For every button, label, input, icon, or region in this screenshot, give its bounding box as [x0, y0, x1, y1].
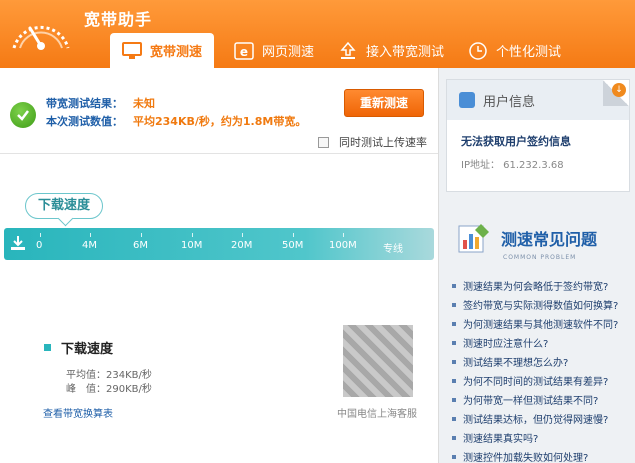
faq-subtitle: COMMON PROBLEM	[503, 254, 577, 261]
value-label: 本次测试数值：	[46, 115, 123, 128]
tab-custom-test[interactable]: 个性化测试	[456, 33, 573, 68]
tab-label: 宽带测速	[150, 45, 203, 60]
tick-mark	[293, 233, 294, 237]
speed-bubble: 下载速度	[25, 193, 103, 219]
result-value: 未知	[133, 97, 155, 110]
result-line: 带宽测试结果： 未知	[46, 95, 155, 111]
tick-label: 4M	[82, 240, 97, 251]
download-arrow-icon[interactable]: ↓	[612, 83, 626, 97]
bandwidth-table-link[interactable]: 查看带宽换算表	[43, 405, 113, 420]
tab-label: 个性化测试	[496, 45, 562, 60]
faq-item[interactable]: 签约带宽与实际测得数值如何换算?	[452, 295, 632, 314]
qr-code-image	[343, 325, 413, 397]
app-title: 宽带助手	[84, 10, 153, 29]
tab-broadband-test[interactable]: 宽带测速	[110, 33, 215, 68]
avg-speed: 平均值：234KB/秒	[66, 370, 152, 381]
tick-label: 10M	[181, 240, 203, 251]
tick-mark	[40, 233, 41, 237]
header-bar: 宽带助手 宽带测速 e 网页测速 接入带宽测试 个性化测试	[0, 0, 635, 68]
peak-speed: 峰 值：290KB/秒	[66, 384, 152, 395]
user-info-header: 用户信息	[447, 80, 629, 120]
tick-label: 100M	[329, 240, 357, 251]
faq-item[interactable]: 为何不同时间的测试结果有差异?	[452, 371, 632, 390]
faq-item[interactable]: 测试结果达标，但仍觉得网速慢?	[452, 409, 632, 428]
checkbox-box[interactable]	[318, 136, 329, 148]
tick-mark	[90, 233, 91, 237]
faq-item[interactable]: 测速时应注意什么?	[452, 333, 632, 352]
monitor-icon	[122, 41, 142, 61]
tick-mark	[343, 233, 344, 237]
bullet-square	[44, 344, 51, 351]
user-info-title: 用户信息	[483, 94, 536, 110]
faq-item[interactable]: 为何带宽一样但测试结果不同?	[452, 390, 632, 409]
upload-test-label: 同时测试上传速率	[339, 136, 427, 149]
user-card-icon	[459, 92, 475, 108]
tab-label: 网页测速	[262, 45, 315, 60]
download-icon	[11, 236, 25, 250]
tick-mark	[242, 233, 243, 237]
value-text: 平均234KB/秒，约为1.8M带宽。	[133, 115, 307, 128]
user-info-card: 用户信息 ↓ 无法获取用户签约信息 IP地址： 61.232.3.68	[446, 79, 630, 192]
tick-label: 20M	[231, 240, 253, 251]
faq-item[interactable]: 测速控件加载失败如何处理?	[452, 447, 632, 463]
tab-label: 接入带宽测试	[366, 45, 445, 60]
download-title: 下载速度	[61, 342, 114, 357]
speed-gauge: 0 4M 6M 10M 20M 50M 100M 专线	[4, 228, 434, 260]
faq-item[interactable]: 测试结果不理想怎么办?	[452, 352, 632, 371]
user-message: 无法获取用户签约信息	[461, 135, 571, 148]
faq-header: 测速常见问题	[455, 220, 597, 256]
tick-label: 专线	[383, 244, 403, 255]
clock-icon	[468, 41, 488, 61]
faq-item[interactable]: 测速结果为何会略低于签约带宽?	[452, 276, 632, 295]
download-section-title: 下载速度	[44, 338, 113, 357]
tab-web-speed[interactable]: e 网页测速	[222, 33, 326, 68]
tab-bar: 宽带测速 e 网页测速 接入带宽测试 个性化测试	[110, 33, 573, 68]
faq-list: 测速结果为何会略低于签约带宽? 签约带宽与实际测得数值如何换算? 为何测速结果与…	[452, 276, 632, 463]
tick-mark	[141, 233, 142, 237]
tab-access-bandwidth[interactable]: 接入带宽测试	[326, 33, 456, 68]
tick-label: 6M	[133, 240, 148, 251]
qr-caption: 中国电信上海客服	[337, 409, 417, 420]
retest-button[interactable]: 重新测速	[344, 89, 424, 117]
tick-label: 0	[36, 240, 43, 251]
speedometer-logo-icon	[12, 25, 70, 50]
tick-label: 50M	[282, 240, 304, 251]
faq-item[interactable]: 为何测速结果与其他测速软件不同?	[452, 314, 632, 333]
user-ip: IP地址： 61.232.3.68	[461, 160, 564, 171]
svg-text:e: e	[240, 45, 248, 59]
faq-chart-icon	[458, 224, 489, 253]
faq-title: 测速常见问题	[501, 230, 598, 249]
tick-mark	[192, 233, 193, 237]
upload-icon	[338, 41, 358, 61]
faq-item[interactable]: 测速结果真实吗?	[452, 428, 632, 447]
ie-icon: e	[234, 41, 254, 61]
value-line: 本次测试数值： 平均234KB/秒，约为1.8M带宽。	[46, 113, 306, 129]
check-icon	[10, 102, 36, 128]
result-label: 带宽测试结果：	[46, 97, 123, 110]
upload-test-checkbox[interactable]: 同时测试上传速率	[318, 134, 427, 150]
